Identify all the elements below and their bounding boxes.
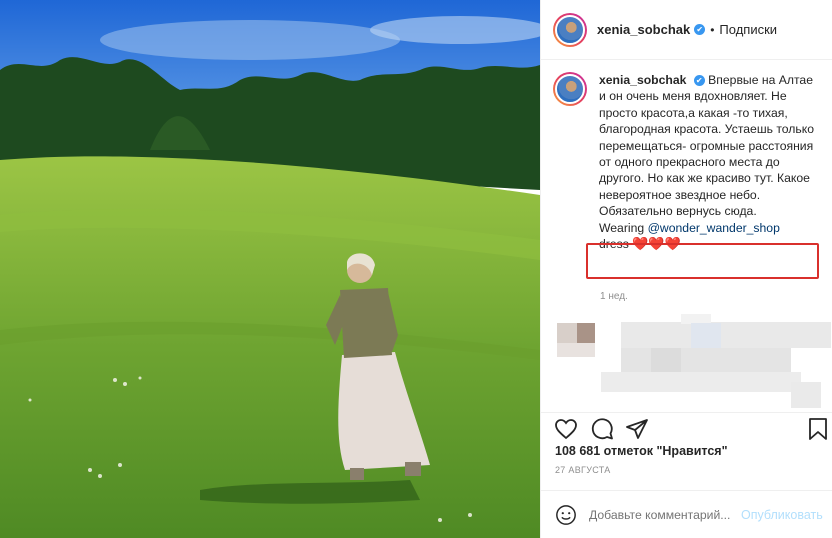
smiley-icon[interactable] [555,504,577,526]
add-comment-bar: Опубликовать [541,490,832,538]
publish-button[interactable]: Опубликовать [741,508,823,522]
caption-body: Впервые на Алтае и он очень меня вдохнов… [599,73,814,219]
caption: xenia_sobchak ✔ Впервые на Алтае и он оч… [553,72,822,252]
author-avatar[interactable] [553,12,587,47]
heart-outline-icon[interactable] [554,417,578,441]
post-header: xenia_sobchak ✔ • Подписки [541,0,832,60]
wearing-text: Wearing [599,220,648,235]
highlight-box [586,243,819,279]
comment-input[interactable] [589,507,739,522]
likes-label: отметок "Нравится" [603,444,728,458]
verified-icon: ✔ [693,75,705,86]
caption-text: xenia_sobchak ✔ Впервые на Алтае и он оч… [599,72,822,252]
comment-icon[interactable] [590,417,614,441]
verified-icon: ✔ [694,24,706,35]
caption-time-ago: 1 нед. [600,291,628,302]
caption-username[interactable]: xenia_sobchak [599,73,686,87]
header-separator: • [710,22,715,37]
shop-mention-link[interactable]: @wonder_wander_shop [648,221,780,235]
post-photo[interactable] [0,0,540,538]
following-button[interactable]: Подписки [719,22,777,37]
post-date: 27 АВГУСТА [555,465,611,475]
author-username[interactable]: xenia_sobchak [597,22,690,37]
caption-avatar[interactable] [553,72,587,106]
photo-landscape [0,0,540,538]
action-bar [541,412,832,440]
bookmark-icon[interactable] [806,417,830,441]
likes-count[interactable]: 108 681 отметок "Нравится" [555,444,728,458]
likes-number: 108 681 [555,444,601,458]
share-icon[interactable] [625,417,649,441]
